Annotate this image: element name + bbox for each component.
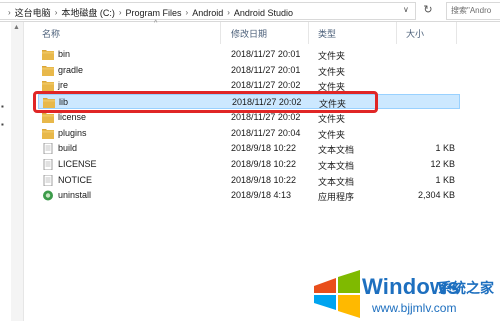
file-date: 2018/11/27 20:01 <box>231 49 301 59</box>
chevron-right-icon: › <box>54 8 58 17</box>
file-row[interactable]: LICENSE 2018/9/18 10:22 文本文档 12 KB <box>38 157 460 172</box>
chevron-up-icon[interactable]: ▲ <box>13 24 20 31</box>
file-type: 文本文档 <box>318 145 355 156</box>
column-divider[interactable] <box>308 22 309 44</box>
watermark-url: www.bjjmlv.com <box>372 301 457 315</box>
address-bar: › 这台电脑 › 本地磁盘 (C:) › Program Files › And… <box>0 0 500 22</box>
column-header-row: ^ 名称 修改日期 类型 大小 <box>24 20 500 44</box>
folder-icon <box>42 128 54 139</box>
nav-item-icon[interactable]: ▪ <box>1 120 4 129</box>
chevron-right-icon: › <box>185 8 189 17</box>
file-type: 文本文档 <box>318 176 355 187</box>
column-name[interactable]: 名称 <box>42 27 60 40</box>
file-date: 2018/11/27 20:02 <box>231 80 301 91</box>
file-row[interactable]: bin 2018/11/27 20:01 文件夹 <box>38 47 460 62</box>
file-type: 文件夹 <box>318 113 346 124</box>
folder-icon <box>42 112 54 123</box>
chevron-right-icon: › <box>8 8 11 17</box>
column-divider[interactable] <box>396 22 397 44</box>
file-name: jre <box>58 80 69 91</box>
crumb-android[interactable]: Android <box>192 8 223 18</box>
file-row[interactable]: build 2018/9/18 10:22 文本文档 1 KB <box>38 141 460 156</box>
file-size: 2,304 KB <box>417 190 455 201</box>
file-type: 文件夹 <box>318 51 346 61</box>
search-input[interactable]: 搜索"Andro <box>446 2 500 20</box>
chevron-down-icon[interactable]: ∨ <box>403 5 409 14</box>
file-type: 文件夹 <box>318 129 346 140</box>
column-size[interactable]: 大小 <box>406 27 424 40</box>
file-name: NOTICE <box>58 174 93 185</box>
column-divider[interactable] <box>456 22 457 44</box>
file-date: 2018/9/18 10:22 <box>231 158 297 169</box>
highlight-box <box>33 91 378 113</box>
file-row[interactable]: gradle 2018/11/27 20:01 文件夹 <box>38 63 460 78</box>
file-size: 1 KB <box>435 143 455 154</box>
breadcrumb[interactable]: › 这台电脑 › 本地磁盘 (C:) › Program Files › And… <box>0 2 416 20</box>
file-row[interactable]: uninstall 2018/9/18 4:13 应用程序 2,304 KB <box>38 188 460 203</box>
file-name: uninstall <box>58 190 92 201</box>
folder-icon <box>42 80 54 92</box>
file-date: 2018/9/18 4:13 <box>231 190 292 201</box>
file-name: license <box>58 111 87 122</box>
file-name: bin <box>58 49 71 59</box>
watermark-cn: 系统之家 <box>438 280 494 296</box>
sort-caret-icon: ^ <box>154 20 158 27</box>
refresh-icon[interactable]: ↻ <box>420 2 436 18</box>
chevron-right-icon: › <box>118 8 122 17</box>
watermark: Windows 系统之家 www.bjjmlv.com <box>310 268 500 321</box>
file-size: 1 KB <box>435 174 455 185</box>
file-type: 应用程序 <box>318 192 355 203</box>
column-date[interactable]: 修改日期 <box>231 27 267 40</box>
file-name: gradle <box>58 64 84 75</box>
file-type: 文本文档 <box>318 160 355 171</box>
column-type[interactable]: 类型 <box>318 27 336 40</box>
file-date: 2018/11/27 20:04 <box>231 127 301 138</box>
nav-scrollbar[interactable] <box>11 22 24 321</box>
crumb-android-studio[interactable]: Android Studio <box>234 8 293 18</box>
crumb-local-disk[interactable]: 本地磁盘 (C:) <box>61 6 115 19</box>
text-file-icon <box>42 158 54 171</box>
crumb-program-files[interactable]: Program Files <box>126 8 182 18</box>
file-name: plugins <box>58 127 87 138</box>
chevron-right-icon: › <box>227 8 230 17</box>
file-size: 12 KB <box>430 158 455 169</box>
file-date: 2018/11/27 20:01 <box>231 64 301 75</box>
crumb-this-pc[interactable]: 这台电脑 <box>15 6 51 19</box>
file-date: 2018/9/18 10:22 <box>231 143 297 154</box>
uninstall-app-icon <box>42 190 54 201</box>
windows-logo <box>314 270 360 318</box>
text-file-icon <box>42 142 54 155</box>
file-row[interactable]: NOTICE 2018/9/18 10:22 文本文档 1 KB <box>38 173 460 188</box>
folder-icon <box>42 49 54 60</box>
file-date: 2018/11/27 20:02 <box>231 111 301 122</box>
file-type: 文件夹 <box>318 66 346 77</box>
folder-icon <box>42 65 54 76</box>
file-row[interactable]: plugins 2018/11/27 20:04 文件夹 <box>38 126 460 141</box>
text-file-icon <box>42 174 54 186</box>
nav-item-icon[interactable]: ▪ <box>1 102 4 111</box>
file-name: LICENSE <box>58 158 97 169</box>
file-date: 2018/9/18 10:22 <box>231 174 297 185</box>
file-name: build <box>58 143 78 154</box>
column-divider[interactable] <box>220 22 221 44</box>
